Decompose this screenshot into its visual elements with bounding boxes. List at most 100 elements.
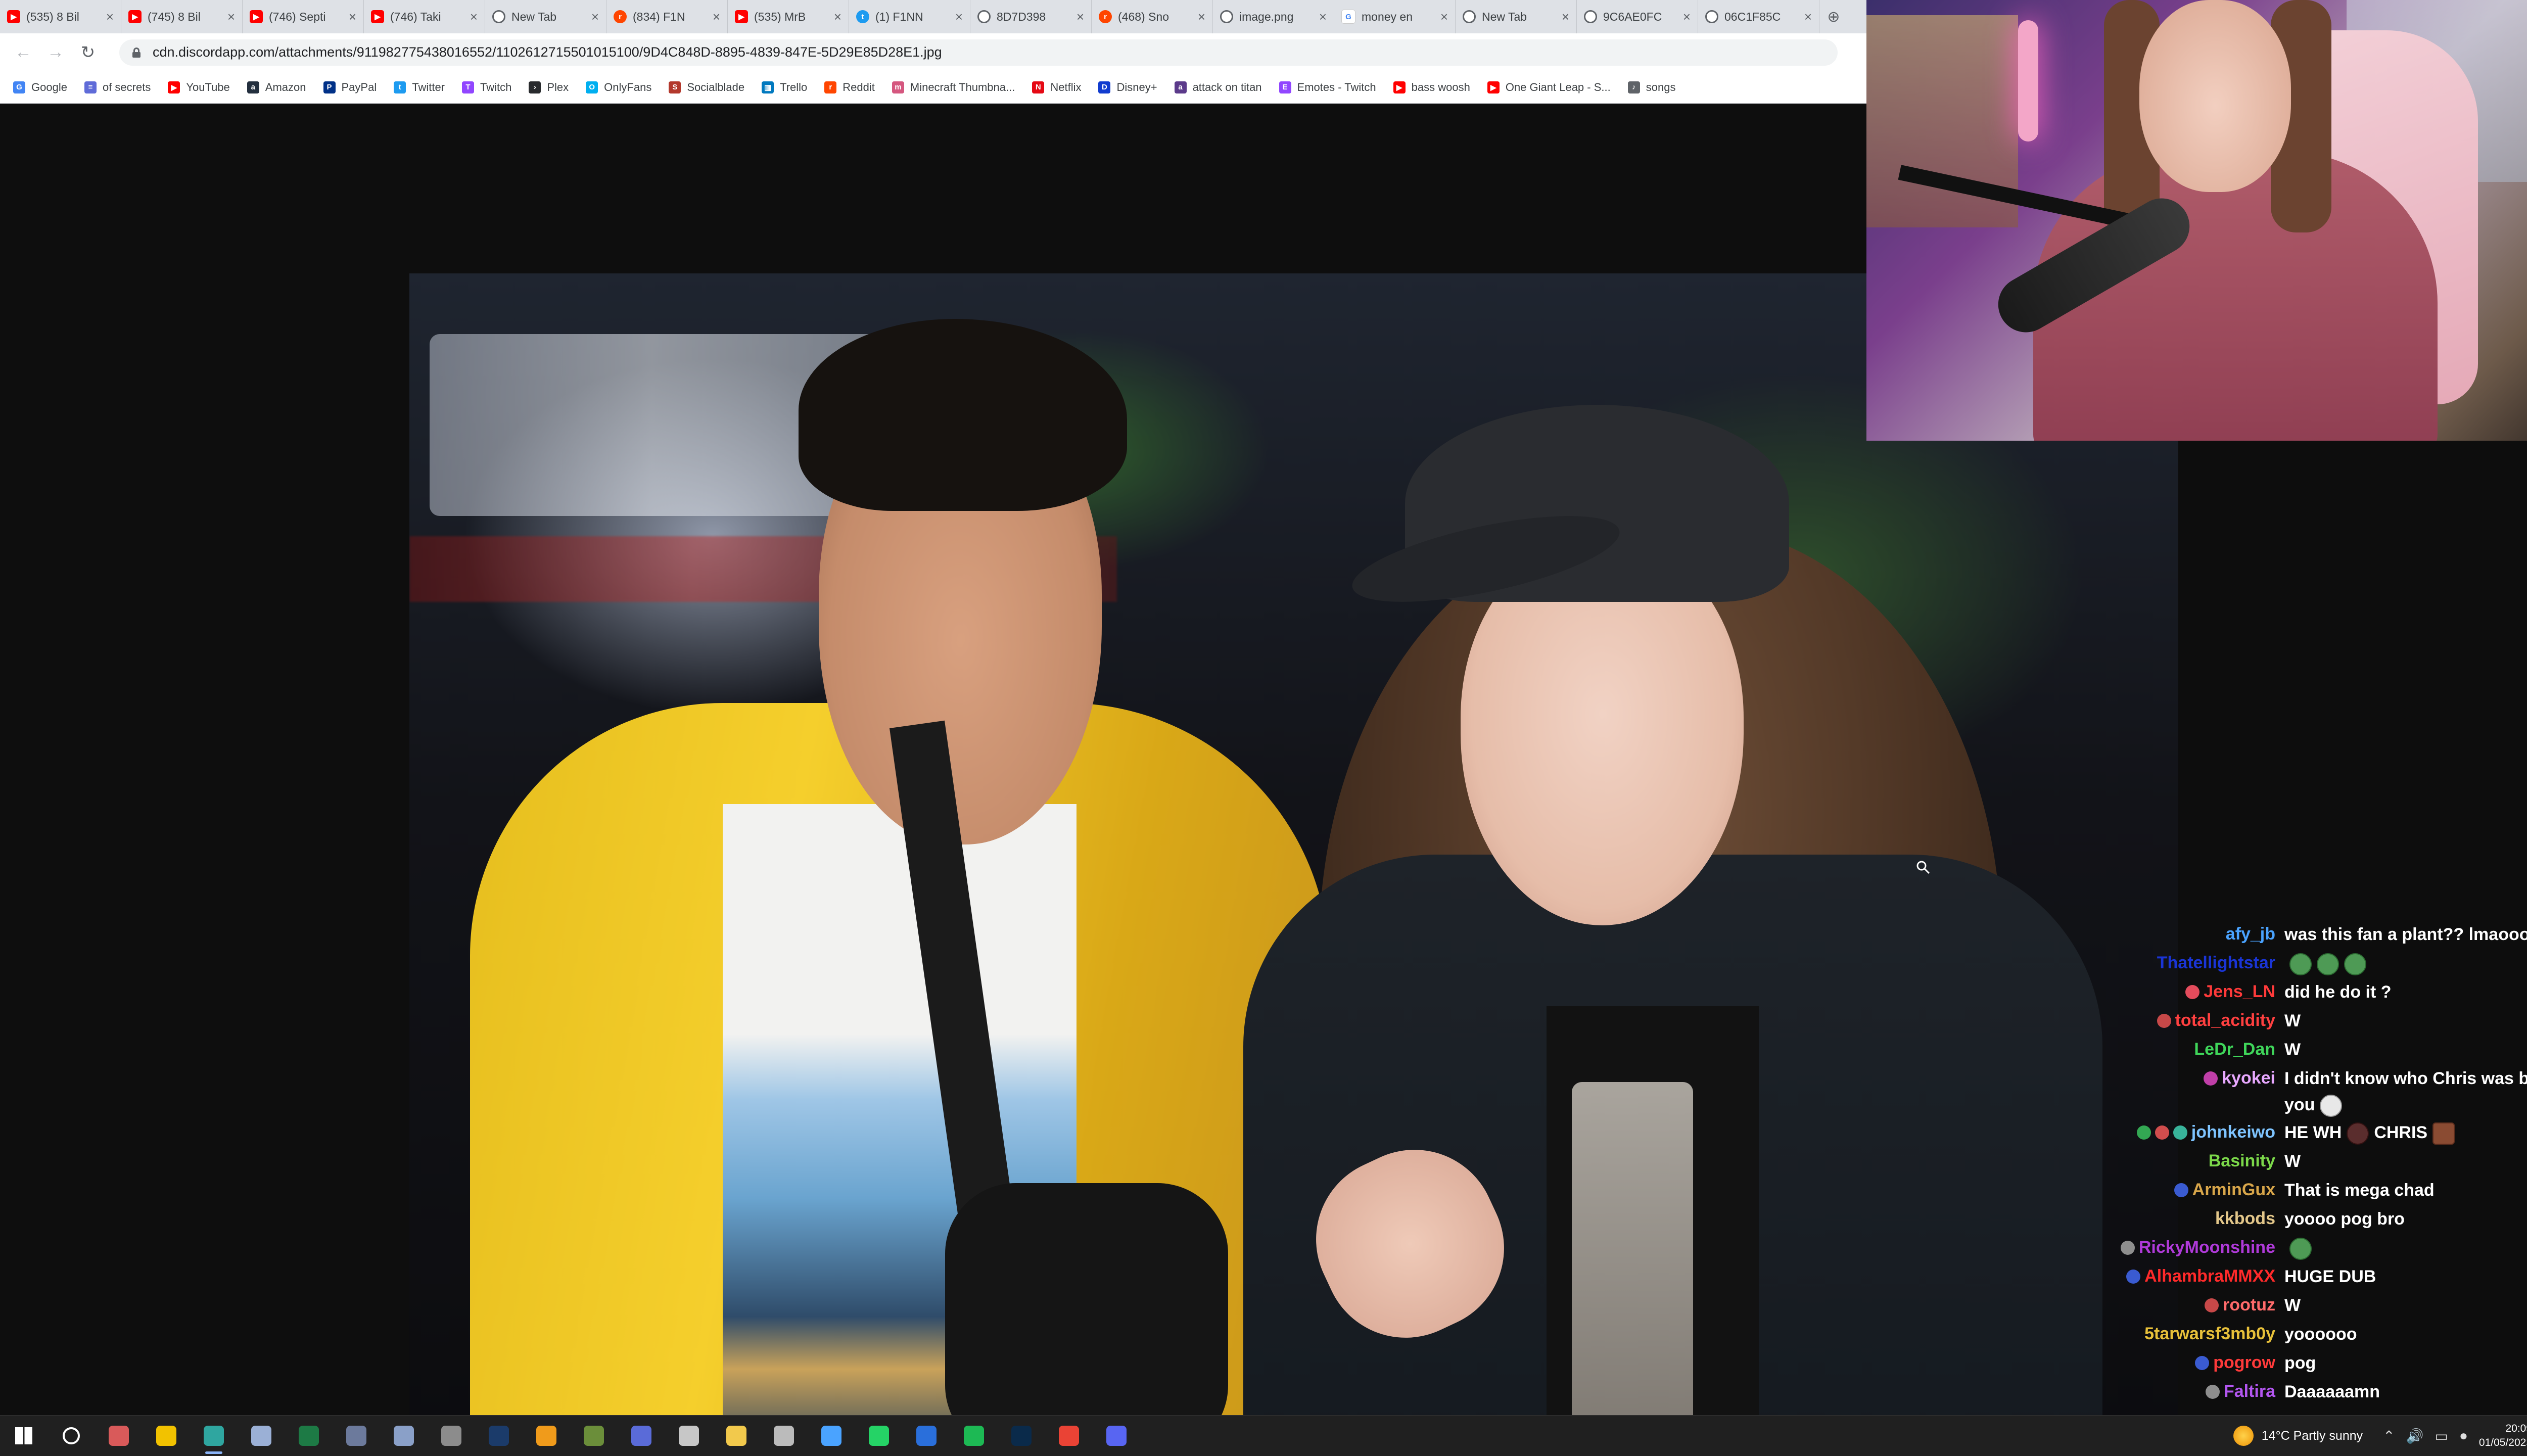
- tab-close-icon[interactable]: ×: [1562, 9, 1569, 25]
- chat-overlay: afy_jb was this fan a plant?? lmaoooo That…: [2113, 920, 2527, 1415]
- tab-label: image.png: [1239, 10, 1294, 23]
- file-explorer-icon[interactable]: [713, 1416, 760, 1456]
- tab-close-icon[interactable]: ×: [349, 9, 356, 25]
- tab-close-icon[interactable]: ×: [955, 9, 963, 25]
- browser-tab[interactable]: ▶ (535) MrB ×: [728, 0, 849, 33]
- reload-button[interactable]: ↻: [72, 36, 104, 69]
- browser-tab[interactable]: 9C6AE0FC ×: [1577, 0, 1698, 33]
- bookmark-item[interactable]: › Plex: [529, 81, 569, 94]
- photoshop-icon[interactable]: [998, 1416, 1045, 1456]
- tab-close-icon[interactable]: ×: [1440, 9, 1448, 25]
- bookmark-item[interactable]: N Netflix: [1032, 81, 1081, 94]
- discord-icon[interactable]: [1093, 1416, 1140, 1456]
- bookmark-item[interactable]: O OnlyFans: [586, 81, 651, 94]
- tab-close-icon[interactable]: ×: [1683, 9, 1691, 25]
- app-icon-2[interactable]: [238, 1416, 285, 1456]
- bookmark-item[interactable]: ▶ One Giant Leap - S...: [1487, 81, 1611, 94]
- chat-username: kkbods: [2215, 1209, 2275, 1228]
- forward-button[interactable]: →: [39, 36, 72, 69]
- chrome-alt-icon[interactable]: [808, 1416, 855, 1456]
- bookmark-item[interactable]: t Twitter: [394, 81, 445, 94]
- browser-tab[interactable]: r (468) Sno ×: [1092, 0, 1213, 33]
- bookmark-icon: ≡: [84, 81, 97, 93]
- bookmark-label: YouTube: [186, 80, 230, 93]
- chat-message: total_acidity W: [2113, 1006, 2527, 1035]
- browser-tab[interactable]: New Tab ×: [1456, 0, 1577, 33]
- bookmark-item[interactable]: a attack on titan: [1174, 80, 1262, 94]
- network-icon[interactable]: ▭: [2435, 1428, 2448, 1444]
- bookmark-item[interactable]: D Disney+: [1098, 81, 1157, 94]
- tab-close-icon[interactable]: ×: [227, 9, 235, 25]
- browser-tab[interactable]: r (834) F1N ×: [606, 0, 728, 33]
- bookmark-label: Minecraft Thumbna...: [910, 80, 1015, 93]
- bookmark-icon: ♪: [1627, 81, 1640, 93]
- app-icon-4[interactable]: [380, 1416, 428, 1456]
- browser-tab[interactable]: 8D7D398 ×: [970, 0, 1092, 33]
- address-bar[interactable]: cdn.discordapp.com/attachments/911982775…: [119, 39, 1838, 66]
- app-icon-1[interactable]: [95, 1416, 143, 1456]
- browser-tab[interactable]: ▶ (746) Septi ×: [243, 0, 364, 33]
- bookmark-item[interactable]: G Google: [13, 81, 67, 94]
- chevron-up-icon[interactable]: ⌃: [2383, 1428, 2395, 1444]
- start-icon[interactable]: [0, 1416, 48, 1456]
- browser-tab[interactable]: New Tab ×: [485, 0, 606, 33]
- bookmark-item[interactable]: ♪ songs: [1627, 81, 1675, 94]
- bookmark-label: Netflix: [1050, 80, 1082, 93]
- bookmark-item[interactable]: S Socialblade: [669, 81, 744, 94]
- speaker-icon[interactable]: 🔊: [2406, 1428, 2424, 1444]
- tab-close-icon[interactable]: ×: [1804, 9, 1812, 25]
- tab-close-icon[interactable]: ×: [591, 9, 599, 25]
- bookmark-item[interactable]: r Reddit: [824, 81, 875, 94]
- app-icon-6[interactable]: [523, 1416, 570, 1456]
- browser-tab[interactable]: ▶ (746) Taki ×: [364, 0, 485, 33]
- bookmark-label: attack on titan: [1192, 80, 1262, 93]
- whatsapp-icon[interactable]: [855, 1416, 903, 1456]
- vegas-icon[interactable]: [903, 1416, 950, 1456]
- bookmark-item[interactable]: ▶ bass woosh: [1393, 81, 1470, 94]
- spotify-icon[interactable]: [950, 1416, 998, 1456]
- app-icon-5[interactable]: [428, 1416, 475, 1456]
- back-button[interactable]: ←: [7, 36, 39, 69]
- weather-widget[interactable]: 14°C Partly sunny: [2233, 1426, 2363, 1446]
- chat-text: CHRIS: [2374, 1123, 2428, 1142]
- youtube-icon: ▶: [250, 10, 263, 23]
- bookmark-item[interactable]: T Twitch: [462, 81, 511, 94]
- app-icon-8[interactable]: [665, 1416, 713, 1456]
- bookmark-item[interactable]: ▶ YouTube: [168, 80, 230, 94]
- viewed-image[interactable]: [409, 273, 2178, 1453]
- clock[interactable]: 20:09 01/05/2023: [2479, 1422, 2527, 1450]
- browser-tab[interactable]: ▶ (535) 8 Bil ×: [0, 0, 121, 33]
- mic-icon[interactable]: ●: [2459, 1428, 2468, 1444]
- bookmark-label: Emotes - Twitch: [1297, 80, 1376, 93]
- bookmark-item[interactable]: E Emotes - Twitch: [1279, 81, 1376, 94]
- app-icon-9[interactable]: [760, 1416, 808, 1456]
- app-icon-7[interactable]: [618, 1416, 665, 1456]
- tab-close-icon[interactable]: ×: [1077, 9, 1084, 25]
- browser-tab[interactable]: image.png ×: [1213, 0, 1334, 33]
- app-icon-3[interactable]: [333, 1416, 380, 1456]
- tab-close-icon[interactable]: ×: [1198, 9, 1205, 25]
- bookmark-item[interactable]: ≡ of secrets: [84, 81, 151, 94]
- chrome-icon[interactable]: [1045, 1416, 1093, 1456]
- tab-close-icon[interactable]: ×: [1319, 9, 1327, 25]
- browser-tab[interactable]: ▶ (745) 8 Bil ×: [121, 0, 243, 33]
- tab-close-icon[interactable]: ×: [106, 9, 114, 25]
- tab-close-icon[interactable]: ×: [713, 9, 720, 25]
- search-icon[interactable]: [48, 1416, 95, 1456]
- obs-icon[interactable]: [190, 1416, 238, 1456]
- browser-tab[interactable]: t (1) F1NN ×: [849, 0, 970, 33]
- steam-icon[interactable]: [475, 1416, 523, 1456]
- bookmark-item[interactable]: ▥ Trello: [762, 81, 807, 94]
- tab-close-icon[interactable]: ×: [834, 9, 841, 25]
- bookmark-item[interactable]: a Amazon: [247, 81, 306, 94]
- chat-username: rootuz: [2223, 1295, 2275, 1314]
- browser-tab[interactable]: 06C1F85C ×: [1698, 0, 1819, 33]
- new-tab-button[interactable]: ⊕: [1819, 0, 1848, 33]
- bookmark-item[interactable]: P PayPal: [323, 81, 377, 94]
- sticky-notes-icon[interactable]: [143, 1416, 190, 1456]
- tab-close-icon[interactable]: ×: [470, 9, 478, 25]
- excel-icon[interactable]: [285, 1416, 333, 1456]
- browser-tab[interactable]: Gmoney en ×: [1334, 0, 1456, 33]
- minecraft-icon[interactable]: [570, 1416, 618, 1456]
- bookmark-item[interactable]: m Minecraft Thumbna...: [892, 81, 1015, 94]
